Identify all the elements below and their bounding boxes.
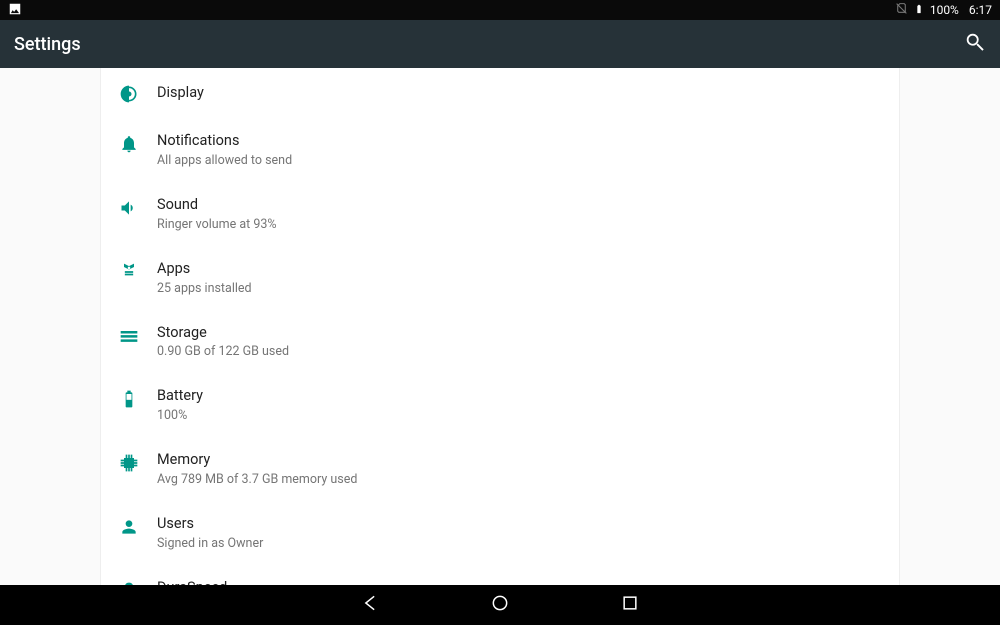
app-bar: Settings (0, 20, 1000, 68)
search-icon[interactable] (964, 31, 986, 57)
content-area: Display Notifications All apps allowed to … (0, 68, 1000, 585)
settings-item-storage[interactable]: Storage0.90 GB of 122 GB used (101, 310, 899, 374)
apps-icon (101, 260, 157, 282)
users-icon (101, 515, 157, 537)
settings-item-subtitle: 25 apps installed (157, 281, 883, 296)
home-icon[interactable] (490, 593, 510, 617)
settings-item-subtitle: Ringer volume at 93% (157, 217, 883, 232)
battery-icon (914, 2, 924, 19)
settings-item-title: Memory (157, 451, 883, 470)
settings-item-title: Display (157, 82, 883, 103)
clock: 6:17 (969, 3, 992, 17)
settings-item-duraspeed[interactable]: DuraSpeedOFF (101, 565, 899, 585)
settings-item-users[interactable]: Users Signed in as Owner (101, 501, 899, 565)
settings-item-subtitle: Avg 789 MB of 3.7 GB memory used (157, 472, 883, 487)
settings-item-sound[interactable]: Sound Ringer volume at 93% (101, 182, 899, 246)
page-title: Settings (14, 34, 81, 55)
notifications-icon (101, 132, 157, 154)
settings-item-title: Battery (157, 387, 883, 406)
settings-item-subtitle: All apps allowed to send (157, 153, 883, 168)
settings-item-display[interactable]: Display (101, 68, 899, 118)
settings-item-title: Apps (157, 260, 883, 279)
recent-apps-icon[interactable] (620, 593, 640, 617)
no-sim-icon (895, 2, 908, 18)
storage-icon (101, 324, 157, 346)
settings-item-notifications[interactable]: Notifications All apps allowed to send (101, 118, 899, 182)
navigation-bar (0, 585, 1000, 625)
settings-item-title: Notifications (157, 132, 883, 151)
memory-icon (101, 451, 157, 473)
settings-item-title: Storage (157, 324, 883, 343)
sound-icon (101, 196, 157, 218)
back-icon[interactable] (360, 593, 380, 617)
settings-item-subtitle: 0.90 GB of 122 GB used (157, 344, 883, 359)
settings-item-title: Users (157, 515, 883, 534)
settings-item-subtitle: Signed in as Owner (157, 536, 883, 551)
settings-item-subtitle: 100% (157, 408, 883, 423)
status-bar: 100% 6:17 (0, 0, 1000, 20)
picture-icon (8, 2, 22, 19)
settings-item-memory[interactable]: Memory Avg 789 MB of 3.7 GB memory used (101, 437, 899, 501)
settings-list: Display Notifications All apps allowed to … (100, 68, 900, 585)
settings-item-title: Sound (157, 196, 883, 215)
settings-item-apps[interactable]: Apps 25 apps installed (101, 246, 899, 310)
battery-percent: 100% (930, 3, 959, 17)
battery-icon (101, 387, 157, 409)
settings-item-battery[interactable]: Battery 100% (101, 373, 899, 437)
display-icon (101, 82, 157, 104)
